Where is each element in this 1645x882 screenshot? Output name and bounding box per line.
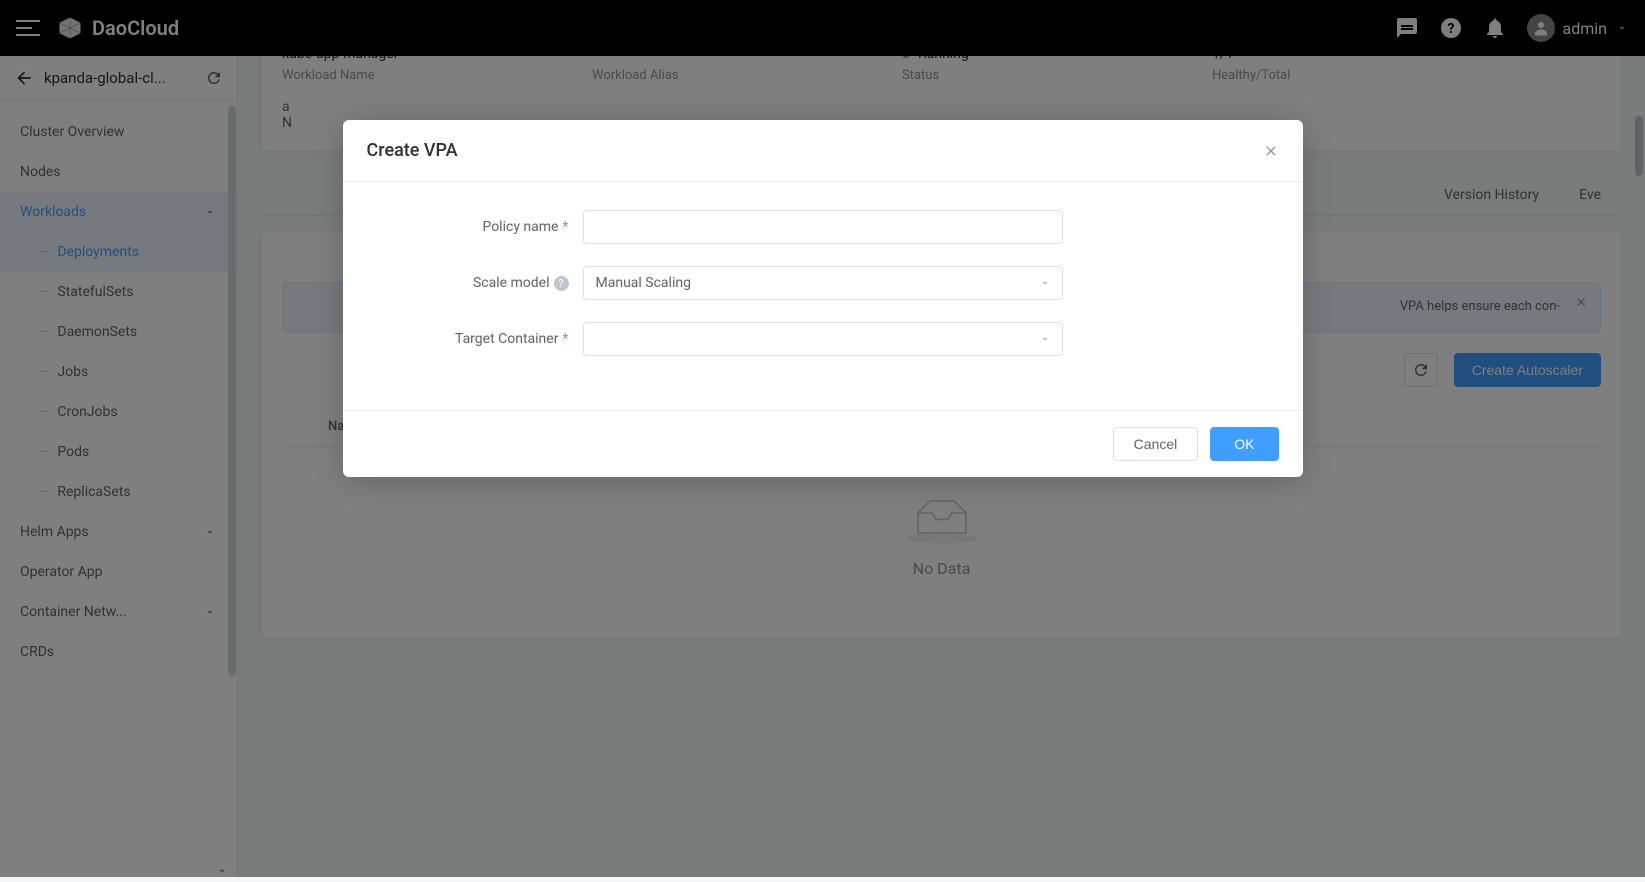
help-tooltip-icon[interactable]: ? [554,276,569,291]
modal-overlay[interactable]: Create VPA Policy name * S [0,0,1645,877]
ok-button[interactable]: OK [1210,427,1278,461]
required-indicator: * [562,219,568,235]
form-row-target-container: Target Container * [383,322,1263,356]
scale-model-select[interactable]: Manual Scaling [583,266,1063,300]
create-vpa-modal: Create VPA Policy name * S [343,120,1303,477]
target-container-label: Target Container * [383,331,583,347]
modal-close-icon[interactable] [1263,143,1279,159]
policy-name-label: Policy name * [383,219,583,235]
form-row-scale-model: Scale model ? Manual Scaling [383,266,1263,300]
scale-model-label: Scale model ? [383,275,583,291]
required-indicator: * [562,331,568,347]
chevron-down-icon [1038,332,1052,346]
policy-name-input[interactable] [583,210,1063,244]
modal-body: Policy name * Scale model ? Manual Scali [343,182,1303,410]
modal-footer: Cancel OK [343,410,1303,477]
cancel-button[interactable]: Cancel [1113,427,1199,461]
form-row-policy-name: Policy name * [383,210,1263,244]
modal-header: Create VPA [343,120,1303,182]
chevron-down-icon [1038,276,1052,290]
modal-title: Create VPA [367,140,458,161]
target-container-select[interactable] [583,322,1063,356]
